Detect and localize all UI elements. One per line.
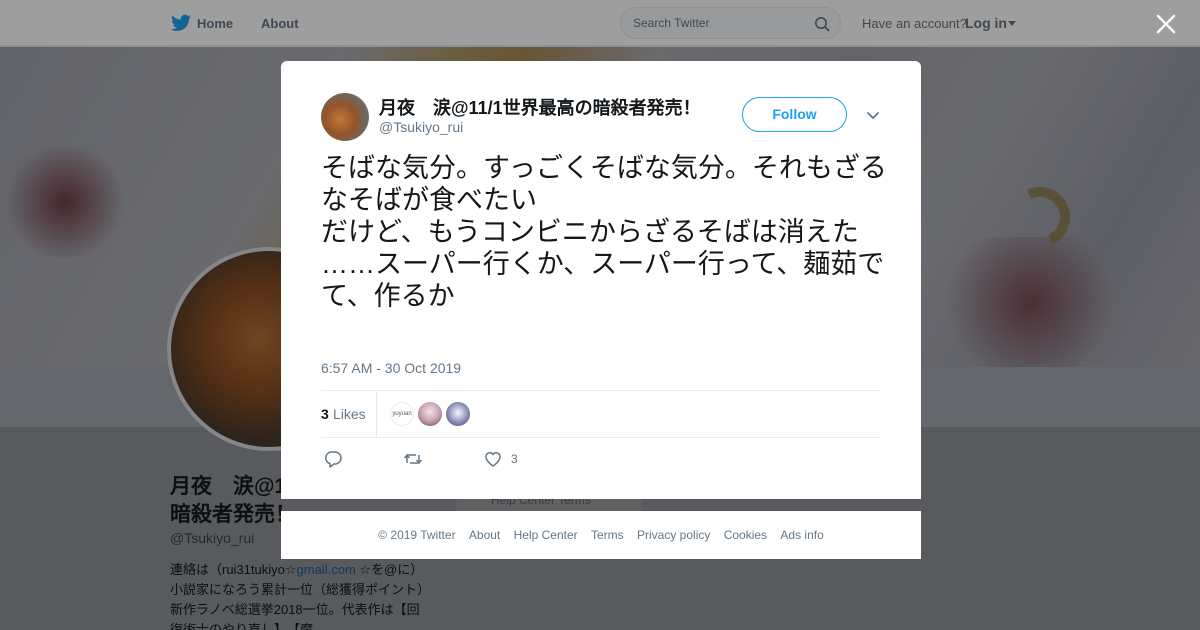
chevron-down-icon[interactable] [866,111,880,121]
liker-avatar[interactable] [418,402,442,426]
footer-privacy-link[interactable]: Privacy policy [637,528,710,542]
heart-icon[interactable] [483,449,503,469]
tweet-timestamp[interactable]: 6:57 AM - 30 Oct 2019 [321,360,461,376]
author-name[interactable]: 月夜 涙@11/1世界最高の暗殺者発売！ [379,94,709,120]
stats-divider [376,391,377,437]
likes-label[interactable]: Likes [333,406,366,422]
tweet-actions: 3 [321,449,881,473]
retweet-icon[interactable] [403,449,423,469]
footer-links: © 2019 Twitter About Help Center Terms P… [281,528,921,542]
reply-icon[interactable] [323,449,343,469]
footer-cookies-link[interactable]: Cookies [724,528,767,542]
author-handle[interactable]: @Tsukiyo_rui [379,119,463,135]
tweet-text: そばな気分。すっごくそばな気分。それもざるなそばが食べたい だけど、もうコンビニ… [321,153,887,311]
footer-terms-link[interactable]: Terms [591,528,624,542]
liker-avatar[interactable]: yuyuan [390,402,414,426]
footer-ads-link[interactable]: Ads info [780,528,823,542]
tweet-stats: 3 Likes yuyuan [321,390,881,438]
likes-count[interactable]: 3 [321,406,329,422]
author-avatar[interactable] [321,93,369,141]
like-action-count: 3 [511,452,518,466]
footer-copyright: © 2019 Twitter [378,528,456,542]
footer-about-link[interactable]: About [469,528,500,542]
footer-help-link[interactable]: Help Center [514,528,578,542]
follow-button[interactable]: Follow [742,97,847,132]
tweet-modal: 月夜 涙@11/1世界最高の暗殺者発売！ @Tsukiyo_rui Follow… [281,61,921,499]
close-icon[interactable] [1155,13,1177,35]
modal-footer: © 2019 Twitter About Help Center Terms P… [281,511,921,559]
liker-avatar-text: yuyuan [392,411,412,417]
liker-avatar[interactable] [446,402,470,426]
